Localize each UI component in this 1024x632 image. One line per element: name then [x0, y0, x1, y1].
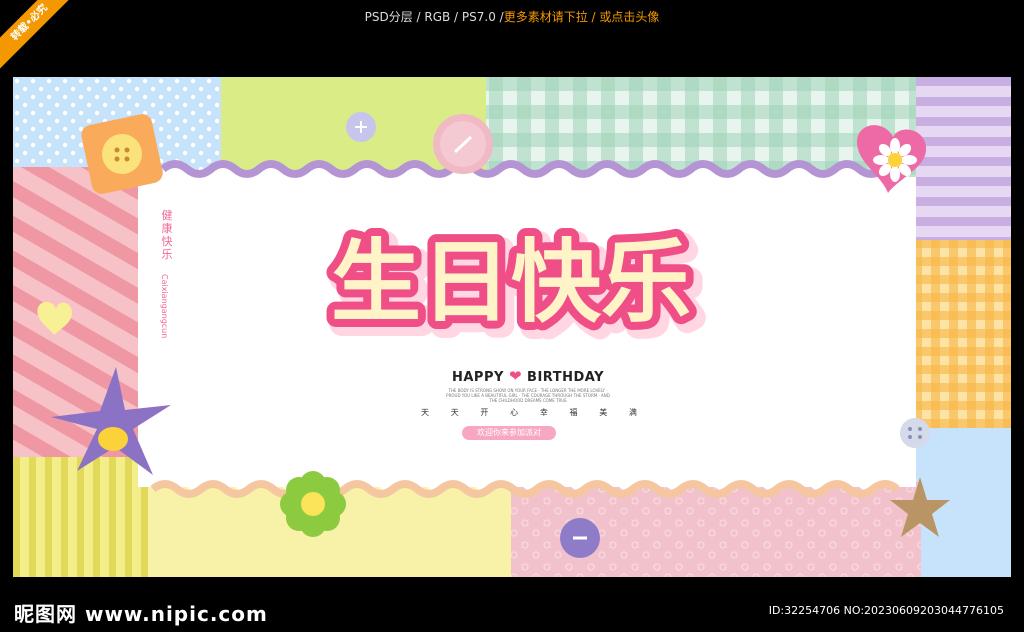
- poster-canvas: 健康快乐 Caixiangangcun 生日快乐 生日快乐 生日快乐 HAPPY…: [13, 77, 1011, 577]
- party-invite-pill: 欢迎你来参加派对: [462, 426, 556, 440]
- wish-char: 美: [599, 408, 608, 417]
- wish-char: 幸: [539, 408, 548, 417]
- fine-print: THE BODY IS STRONG SHOW ON YOUR FACE · T…: [446, 388, 610, 403]
- wish-char: 满: [628, 408, 637, 417]
- happy-word: HAPPY: [451, 370, 504, 385]
- footer-bar: 昵图网 www.nipic.com ID:32254706 NO:2023060…: [0, 590, 1024, 632]
- button-icon: [346, 112, 376, 142]
- button-icon: [433, 114, 493, 174]
- poster-title: 生日快乐 生日快乐 生日快乐: [281, 209, 741, 352]
- birthday-word: BIRTHDAY: [527, 370, 604, 385]
- wish-char: 开: [480, 408, 489, 417]
- happy-birthday-line: HAPPY ❤ BIRTHDAY: [438, 367, 618, 385]
- button-icon: [81, 114, 163, 194]
- title-fill-text: 生日快乐: [331, 230, 691, 335]
- heart-icon: ❤: [508, 367, 523, 385]
- format-info: PSD分层 / RGB / PS7.0 /: [364, 9, 504, 24]
- wish-char: 天: [450, 408, 459, 417]
- vertical-pinyin: Caixiangangcun: [160, 274, 169, 339]
- top-info-bar: PSD分层 / RGB / PS7.0 / 更多素材请下拉 / 或点击头像: [0, 0, 1024, 32]
- flower-icon: [280, 471, 346, 537]
- wish-char: 天: [421, 408, 429, 417]
- button-icon: [900, 418, 930, 448]
- more-material-link[interactable]: 更多素材请下拉 / 或点击头像: [504, 8, 660, 25]
- image-id: ID:32254706 NO:20230609203044776105: [768, 604, 1004, 617]
- button-icon: [560, 518, 600, 558]
- wish-characters: 天 天 开 心 幸 福 美 满: [421, 407, 637, 418]
- site-logo[interactable]: 昵图网 www.nipic.com: [14, 598, 268, 627]
- wish-char: 福: [569, 408, 578, 417]
- wish-char: 心: [510, 408, 519, 417]
- vertical-slogan: 健康快乐: [161, 209, 173, 261]
